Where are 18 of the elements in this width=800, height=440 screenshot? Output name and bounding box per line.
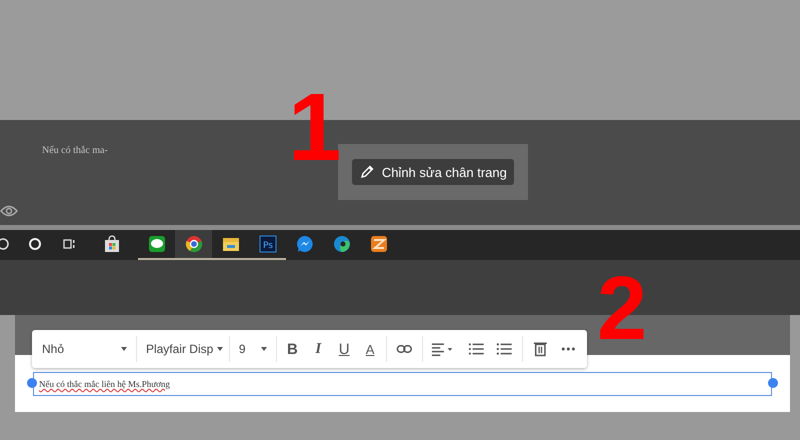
step-number: 2 [597,264,648,354]
underline-button[interactable]: U [331,340,358,358]
taskbar-icon[interactable] [175,230,212,260]
style-dropdown[interactable]: Nhỏ [36,342,134,356]
resize-handle[interactable] [768,378,778,388]
delete-icon[interactable] [532,340,548,358]
font-dropdown[interactable]: Playfair Disp [140,342,226,356]
footer-text-field[interactable]: Nếu có thắc mắc liên hệ Ms.Phương [33,372,772,396]
edit-footer-button[interactable]: Chỉnh sửa chân trang [352,159,514,185]
pencil-icon [358,164,375,180]
text-color-button[interactable]: A [357,342,383,356]
italic-button[interactable]: I [305,340,332,358]
footer-text: Nếu có thắc ma- [42,145,108,156]
resize-handle[interactable] [27,378,37,388]
bold-button[interactable]: B [280,340,306,358]
eye-icon[interactable] [0,205,18,217]
step-number: 1 [288,80,342,176]
font-size-dropdown[interactable]: 9 [232,342,273,356]
